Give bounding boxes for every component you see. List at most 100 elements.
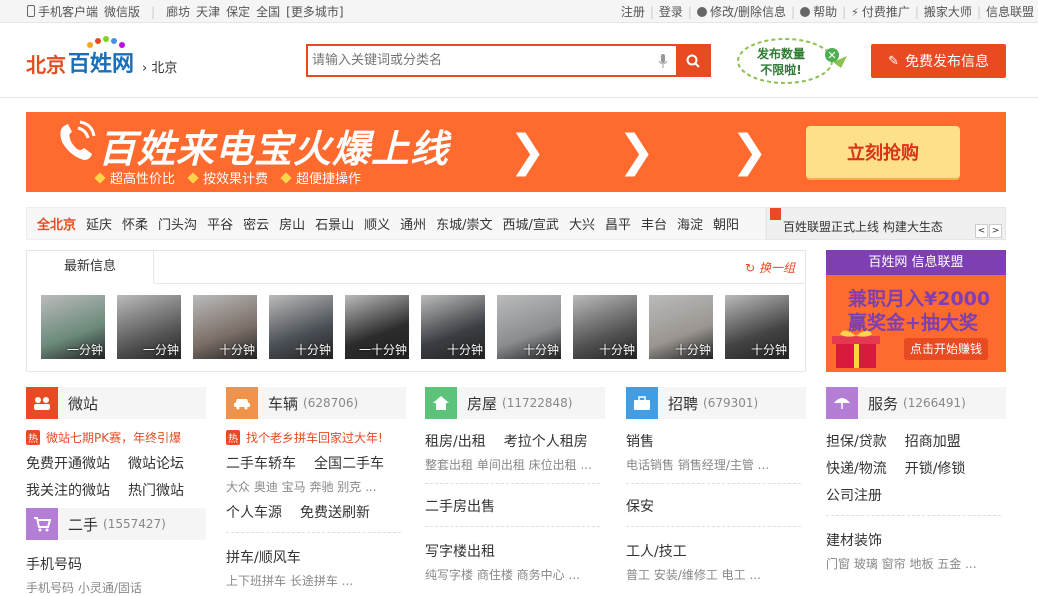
category-header-fangwu[interactable]: 房屋 (11722848): [425, 387, 605, 419]
link[interactable]: 建材装饰: [826, 533, 882, 549]
city-link-baoding[interactable]: 保定: [226, 3, 250, 20]
link[interactable]: 我关注的微站: [26, 483, 110, 499]
login-link[interactable]: 登录: [659, 3, 683, 20]
thumbnail-caption: 一分钟: [66, 343, 103, 357]
link[interactable]: 拼车/顺风车: [226, 550, 301, 566]
link[interactable]: 二手房出售: [425, 499, 495, 515]
listing-thumbnail[interactable]: 十分钟: [269, 295, 333, 359]
hot-link[interactable]: 热微站七期PK赛，年终引爆: [26, 429, 206, 446]
listing-thumbnail[interactable]: 十分钟: [421, 295, 485, 359]
hot-link[interactable]: 热找个老乡拼车回家过大年!: [226, 429, 406, 446]
paid-promo-link[interactable]: ⚡ 付费推广: [851, 3, 910, 20]
district-all[interactable]: 全北京: [37, 214, 76, 233]
city-link-national[interactable]: 全国: [256, 3, 280, 20]
link[interactable]: 开锁/修锁: [905, 461, 966, 477]
district-link[interactable]: 密云: [243, 214, 269, 233]
sub-links[interactable]: 整套出租 单间出租 床位出租 ...: [425, 456, 605, 473]
microphone-icon[interactable]: [650, 46, 676, 75]
link[interactable]: 二手车轿车: [226, 456, 296, 472]
city-link-tianjin[interactable]: 天津: [196, 3, 220, 20]
help-link[interactable]: 帮助: [800, 3, 837, 20]
district-link[interactable]: 房山: [279, 214, 305, 233]
info-alliance-ad[interactable]: 百姓网 信息联盟 兼职月入¥2000 赢奖金+抽大奖 点击开始赚钱: [826, 250, 1006, 372]
listing-thumbnail[interactable]: 十分钟: [497, 295, 561, 359]
link[interactable]: 保安: [626, 499, 654, 515]
listing-thumbnail[interactable]: 一分钟: [117, 295, 181, 359]
link[interactable]: 工人/技工: [626, 544, 687, 560]
link[interactable]: 担保/贷款: [826, 434, 887, 450]
listing-thumbnail[interactable]: 十分钟: [573, 295, 637, 359]
link[interactable]: 个人车源: [226, 505, 282, 521]
district-link[interactable]: 昌平: [605, 214, 631, 233]
district-link[interactable]: 大兴: [569, 214, 595, 233]
category-header-zhaopin[interactable]: 招聘 (679301): [626, 387, 806, 419]
link[interactable]: 考拉个人租房: [504, 434, 588, 450]
district-link[interactable]: 丰台: [641, 214, 667, 233]
notice-text[interactable]: 百姓联盟正式上线 构建大生态: [783, 218, 943, 235]
listing-thumbnail[interactable]: 十分钟: [649, 295, 713, 359]
link[interactable]: 热门微站: [128, 483, 184, 499]
link-row: 快递/物流 开锁/修锁: [826, 458, 1006, 478]
district-link[interactable]: 通州: [400, 214, 426, 233]
link[interactable]: 租房/出租: [425, 434, 486, 450]
change-group-button[interactable]: ↻ 换一组: [745, 259, 795, 276]
current-city[interactable]: › 北京: [142, 57, 177, 76]
district-link[interactable]: 西城/宣武: [503, 214, 559, 233]
link[interactable]: 免费开通微站: [26, 456, 110, 472]
wechat-link[interactable]: 微信版: [104, 3, 140, 20]
category-header-weizhan[interactable]: 微站: [26, 387, 206, 419]
divider: [154, 283, 805, 284]
sub-links[interactable]: 纯写字楼 商住楼 商务中心 ...: [425, 566, 605, 583]
free-publish-button[interactable]: ✎ 免费发布信息: [871, 44, 1006, 78]
sub-links[interactable]: 电话销售 销售经理/主管 ...: [626, 456, 806, 473]
link[interactable]: 招商加盟: [905, 434, 961, 450]
district-link[interactable]: 顺义: [364, 214, 390, 233]
publish-unlimited-bubble[interactable]: ✕ 发布数量 不限啦!: [735, 36, 847, 86]
listing-thumbnail[interactable]: 十分钟: [193, 295, 257, 359]
notice-prev-button[interactable]: <: [975, 224, 988, 238]
sub-links[interactable]: 手机号码 小灵通/固话: [26, 579, 206, 596]
city-link-langfang[interactable]: 廊坊: [166, 3, 190, 20]
sub-links[interactable]: 普工 安装/维修工 电工 ...: [626, 566, 806, 583]
mobile-client-link[interactable]: 手机客户端: [27, 3, 98, 20]
district-link[interactable]: 东城/崇文: [436, 214, 492, 233]
district-link[interactable]: 石景山: [315, 214, 354, 233]
search-button[interactable]: [676, 46, 709, 75]
info-alliance-link[interactable]: 信息联盟: [986, 3, 1034, 20]
district-link[interactable]: 海淀: [677, 214, 703, 233]
listing-thumbnail[interactable]: 十分钟: [725, 295, 789, 359]
moving-master-link[interactable]: 搬家大师: [924, 3, 972, 20]
district-link[interactable]: 平谷: [207, 214, 233, 233]
logo[interactable]: 北京 百姓网 › 北京: [26, 36, 177, 78]
link[interactable]: 销售: [626, 434, 654, 450]
category-header-ershou[interactable]: 二手 (1557427): [26, 508, 206, 540]
register-link[interactable]: 注册: [621, 3, 645, 20]
district-link[interactable]: 怀柔: [122, 214, 148, 233]
district-link[interactable]: 朝阳: [713, 214, 739, 233]
link[interactable]: 全国二手车: [314, 456, 384, 472]
link[interactable]: 微站论坛: [128, 456, 184, 472]
link[interactable]: 手机号码: [26, 557, 82, 573]
notice-next-button[interactable]: >: [989, 224, 1002, 238]
listing-thumbnail[interactable]: 一十分钟: [345, 295, 409, 359]
link[interactable]: 写字楼出租: [425, 544, 495, 560]
more-cities-link[interactable]: [更多城市]: [286, 3, 343, 20]
link[interactable]: 免费送刷新: [300, 505, 370, 521]
sub-links[interactable]: 门窗 玻璃 窗帘 地板 五金 ...: [826, 555, 1006, 572]
promo-banner[interactable]: 百姓来电宝火爆上线 超高性价比 按效果计费 超便捷操作 ❯ ❯ ❯ 立刻抢购: [26, 112, 1006, 192]
edit-delete-link[interactable]: 修改/删除信息: [696, 3, 786, 20]
link[interactable]: 公司注册: [826, 488, 882, 504]
category-header-fuwu[interactable]: 服务 (1266491): [826, 387, 1006, 419]
category-header-cheliang[interactable]: 车辆 (628706): [226, 387, 406, 419]
district-link[interactable]: 门头沟: [158, 214, 197, 233]
ad-cta-button[interactable]: 点击开始赚钱: [904, 338, 988, 360]
tab-latest-info[interactable]: 最新信息: [27, 251, 154, 283]
search-input[interactable]: [308, 46, 650, 75]
district-link[interactable]: 延庆: [86, 214, 112, 233]
buy-now-button[interactable]: 立刻抢购: [806, 126, 960, 178]
listing-thumbnail[interactable]: 一分钟: [41, 295, 105, 359]
link[interactable]: 快递/物流: [826, 461, 887, 477]
sub-links[interactable]: 上下班拼车 长途拼车 ...: [226, 572, 406, 589]
umbrella-icon: [826, 387, 858, 419]
sub-links[interactable]: 大众 奥迪 宝马 奔驰 别克 ...: [226, 478, 406, 495]
